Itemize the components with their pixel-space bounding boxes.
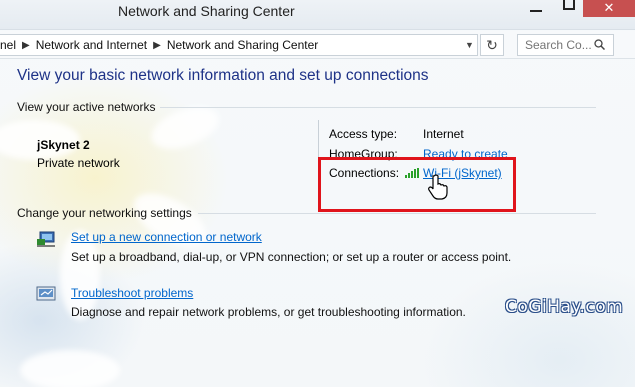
troubleshoot-link[interactable]: Troubleshoot problems <box>71 286 193 300</box>
watermark: CoGiHay.com <box>505 297 624 317</box>
minimize-button[interactable] <box>530 6 542 12</box>
chevron-right-icon[interactable]: ▶ <box>153 40 161 51</box>
hand-cursor-icon <box>428 174 448 200</box>
network-name: jSkynet 2 <box>37 138 90 152</box>
change-settings-header: Change your networking settings <box>17 206 192 220</box>
window-title: Network and Sharing Center <box>118 3 295 19</box>
address-bar: nel ▶ Network and Internet ▶ Network and… <box>0 31 635 59</box>
network-category: Private network <box>37 156 120 170</box>
close-button[interactable]: ✕ <box>583 0 635 17</box>
breadcrumb-network-and-sharing-center[interactable]: Network and Sharing Center <box>161 38 324 52</box>
troubleshoot-description: Diagnose and repair network problems, or… <box>71 305 466 319</box>
maximize-button[interactable] <box>563 0 575 10</box>
title-bar: Network and Sharing Center ✕ <box>0 0 635 30</box>
section-divider <box>160 107 596 108</box>
section-divider <box>198 213 596 214</box>
troubleshoot-icon <box>36 286 56 301</box>
setup-connection-link[interactable]: Set up a new connection or network <box>71 230 262 244</box>
refresh-button[interactable]: ↻ <box>480 34 504 56</box>
access-type-value: Internet <box>423 127 464 141</box>
setup-connection-description: Set up a broadband, dial-up, or VPN conn… <box>71 250 512 264</box>
breadcrumb-network-and-internet[interactable]: Network and Internet <box>30 38 153 52</box>
refresh-icon: ↻ <box>486 36 498 53</box>
search-icon[interactable] <box>594 39 605 50</box>
page-title: View your basic network information and … <box>17 67 429 84</box>
highlight-box <box>318 157 516 212</box>
breadcrumb-control-panel[interactable]: nel <box>0 38 22 52</box>
main-content: View your basic network information and … <box>0 60 635 387</box>
chevron-down-icon[interactable]: ▼ <box>461 34 478 56</box>
access-type-label: Access type: <box>329 127 398 141</box>
network-setup-icon <box>37 231 55 247</box>
active-networks-header: View your active networks <box>17 100 156 114</box>
breadcrumb[interactable]: nel ▶ Network and Internet ▶ Network and… <box>0 34 478 56</box>
chevron-right-icon[interactable]: ▶ <box>22 40 30 51</box>
